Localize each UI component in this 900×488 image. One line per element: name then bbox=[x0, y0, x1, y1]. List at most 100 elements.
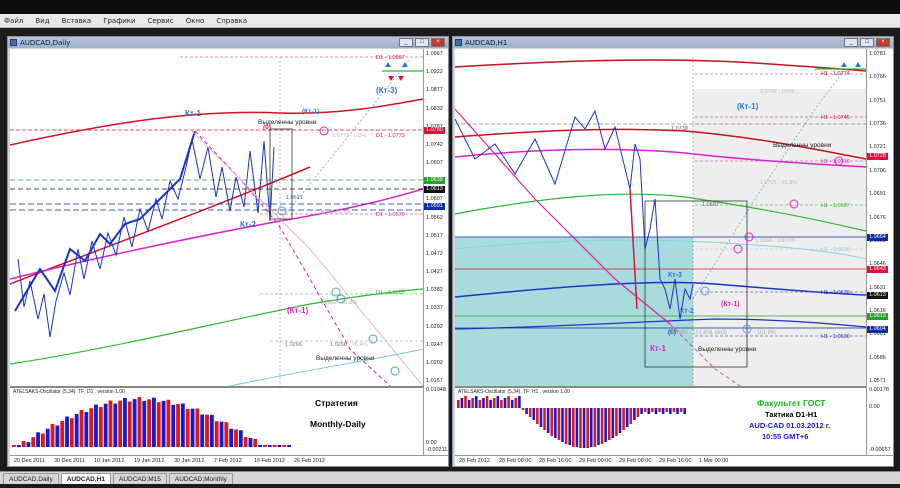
price-chart-h1[interactable]: (Кт-1) Кт-1 Кт-2 Кт-3 (Кт-1) (0) Выделен… bbox=[455, 49, 866, 386]
histogram-bar bbox=[36, 432, 40, 447]
restore-button[interactable]: □ bbox=[415, 38, 429, 47]
window-titlebar[interactable]: AUDCAD,Daily _ □ × bbox=[8, 37, 448, 48]
histogram-bar bbox=[683, 408, 686, 414]
histogram-bar bbox=[219, 421, 224, 447]
label-h1-0658: H1 - 1.0658 bbox=[821, 247, 850, 253]
marker-circle-3 bbox=[331, 287, 341, 297]
minimize-button[interactable]: _ bbox=[399, 38, 413, 47]
histogram-bar bbox=[98, 407, 103, 447]
histogram-bar bbox=[161, 400, 166, 447]
histogram-bar bbox=[561, 408, 564, 442]
histogram-bar bbox=[550, 408, 554, 436]
osc-scale-top: 0.01948 bbox=[426, 387, 446, 393]
histogram-bar bbox=[478, 400, 482, 408]
tab-m15[interactable]: AUDCAD,M15 bbox=[112, 473, 167, 484]
histogram-bar bbox=[661, 408, 665, 414]
ma-magenta bbox=[10, 188, 423, 280]
histogram-bar bbox=[586, 408, 589, 448]
chart-window-h1[interactable]: AUDCAD,H1 _ □ × (Кт-1) Кт-1 Кт-2 Кт-3 (К… bbox=[452, 36, 894, 467]
menu-file[interactable]: Файл bbox=[4, 17, 23, 25]
histogram-bar bbox=[669, 408, 672, 414]
histogram-bar bbox=[65, 416, 69, 447]
chart-tab-bar: AUDCAD,Daily AUDCAD,H1 AUDCAD,M15 AUDCAD… bbox=[0, 471, 900, 484]
label-d1-0579: D1 - 1.0579 bbox=[376, 212, 405, 218]
channel-upper-red bbox=[455, 59, 866, 72]
histogram-bar bbox=[55, 425, 60, 447]
label-d1-0773: D1 - 1.0773 bbox=[376, 133, 405, 139]
histogram-bar bbox=[185, 409, 190, 447]
label-h1-0716: H1 - 1.0716 bbox=[821, 159, 850, 165]
histogram-bar bbox=[654, 408, 658, 414]
histogram-bar bbox=[676, 408, 679, 414]
histogram-bar bbox=[589, 408, 593, 447]
histogram-bar bbox=[467, 400, 471, 408]
price-label: 1.0691 bbox=[869, 191, 886, 198]
close-button[interactable]: × bbox=[876, 38, 890, 47]
histogram-bar bbox=[651, 408, 654, 412]
histogram-bar bbox=[16, 445, 21, 447]
tab-h1[interactable]: AUDCAD,H1 bbox=[60, 473, 111, 484]
histogram-bar bbox=[579, 408, 582, 448]
tab-daily[interactable]: AUDCAD,Daily bbox=[3, 473, 59, 484]
oscillator-panel-h1[interactable]: ATELSAKS-Oscillator (5,34). TF: H1 . ver… bbox=[455, 386, 866, 455]
minimize-button[interactable]: _ bbox=[844, 38, 858, 47]
chart-window-daily[interactable]: AUDCAD,Daily _ □ × Кт-1 Кт-2 (Кт-3) (Кт-… bbox=[7, 36, 449, 467]
histogram-bar bbox=[615, 408, 618, 436]
price-label: 1.0292 bbox=[426, 323, 443, 330]
price-label: 1.0736 bbox=[869, 121, 886, 128]
menu-view[interactable]: Вид bbox=[35, 17, 49, 25]
ma-green bbox=[10, 288, 423, 365]
histogram-bar bbox=[74, 414, 79, 447]
price-label: 1.0631 bbox=[869, 284, 886, 291]
price-axis-daily[interactable]: 1.09671.09221.08771.08321.07871.07421.06… bbox=[423, 49, 448, 386]
price-label: 1.0697 bbox=[426, 160, 443, 166]
price-label: 1.0337 bbox=[426, 305, 443, 312]
histogram-bar bbox=[629, 408, 633, 424]
histogram-bar bbox=[243, 437, 248, 447]
histogram-bar bbox=[568, 408, 571, 445]
marker-circle-5 bbox=[368, 334, 378, 344]
time-label: 28 Feb 2012 bbox=[459, 458, 490, 464]
histogram-bar bbox=[611, 408, 615, 438]
menu-charts[interactable]: Графики bbox=[103, 17, 135, 25]
menu-insert[interactable]: Вставка bbox=[62, 17, 92, 25]
histogram-bar bbox=[94, 404, 98, 447]
histogram-bar bbox=[21, 441, 26, 447]
price-label: 1.0781 bbox=[869, 51, 886, 57]
histogram-bar bbox=[277, 445, 282, 447]
histogram-bar bbox=[263, 445, 267, 447]
histogram-bar bbox=[108, 400, 113, 447]
menu-window[interactable]: Окно bbox=[186, 17, 205, 25]
time-axis-daily: 20 Dec 2011 30 Dec 2011 10 Jan 2012 19 Jan … bbox=[10, 455, 448, 466]
histogram-bar bbox=[643, 408, 647, 412]
window-titlebar[interactable]: AUDCAD,H1 _ □ × bbox=[453, 37, 893, 48]
histogram-bar bbox=[622, 408, 625, 430]
histogram-bar bbox=[103, 403, 108, 447]
price-label: 1.0706 bbox=[869, 167, 886, 174]
osc-axis-daily: 0.01948 0.00 -0.00211 bbox=[423, 386, 448, 455]
label-levels-bottom: Выделенны уровни bbox=[698, 346, 757, 353]
time-label: 29 Feb 08:00 bbox=[619, 458, 652, 464]
menu-help[interactable]: Справка bbox=[216, 17, 247, 25]
histogram-bar bbox=[572, 408, 575, 447]
arrow-up-icons bbox=[841, 62, 861, 67]
histogram-bar bbox=[604, 408, 607, 442]
close-button[interactable]: × bbox=[431, 38, 445, 47]
price-tag: 1.0591 bbox=[424, 203, 445, 210]
restore-button[interactable]: □ bbox=[860, 38, 874, 47]
price-label: 1.0922 bbox=[426, 69, 443, 76]
price-axis-h1[interactable]: 1.0781 1.0766 1.0751 1.0736 1.0721 1.0706 1.06… bbox=[866, 49, 893, 386]
time-label: 20 Dec 2011 bbox=[14, 458, 45, 464]
histogram-bar bbox=[127, 401, 132, 447]
tab-monthly[interactable]: AUDCAD,Monthly bbox=[168, 473, 233, 484]
label-0701: 1.0701 - 61.8% bbox=[760, 180, 798, 186]
label-0593: 1.0593 - 161.8% bbox=[671, 330, 712, 336]
trend-line-blue bbox=[14, 130, 196, 312]
label-0621: 1.0621 bbox=[286, 195, 303, 201]
histogram-bar bbox=[510, 400, 514, 408]
menu-tools[interactable]: Сервис bbox=[148, 17, 174, 25]
histogram-bar bbox=[248, 437, 253, 447]
price-chart-daily[interactable]: Кт-1 Кт-2 (Кт-3) (Кт-1) (Кт-1) (0) Выдел… bbox=[10, 49, 423, 386]
price-label: 1.0607 bbox=[426, 196, 443, 203]
oscillator-panel-daily[interactable]: ATELSAKS-Oscillator (5,34). TF: D1 . ver… bbox=[10, 386, 423, 455]
